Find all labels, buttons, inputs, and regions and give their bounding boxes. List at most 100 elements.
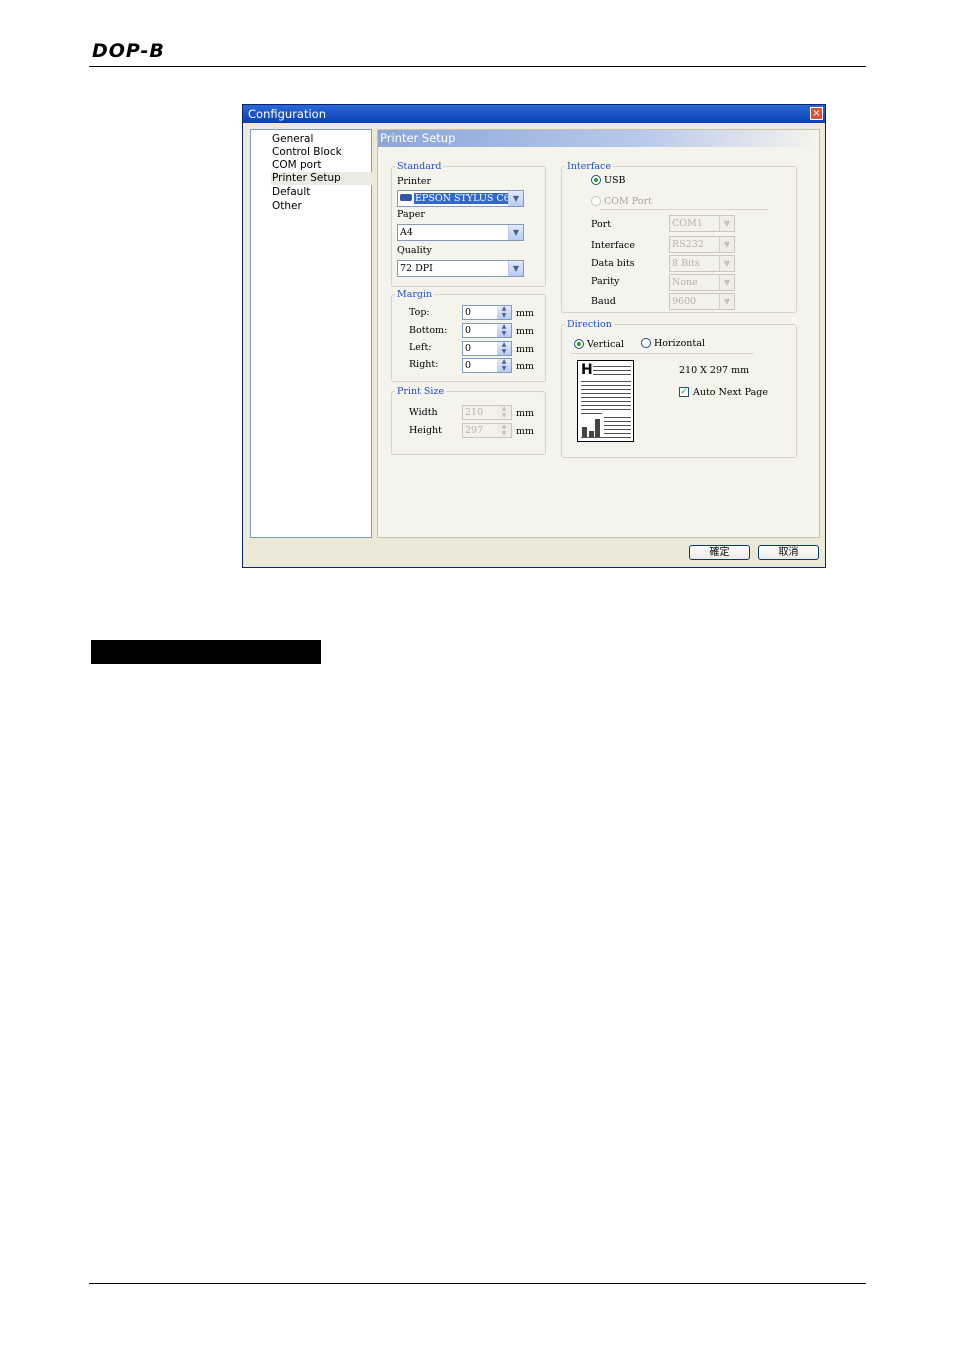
chevron-down-icon[interactable]: ▼ <box>508 225 523 240</box>
settings-nav-list: General Control Block COM port Printer S… <box>250 129 372 538</box>
interface-group: Interface USB COM Port Port COM1 ▼ Interf… <box>561 161 797 313</box>
printer-value: EPSON STYLUS C65 <box>414 193 517 204</box>
margin-top-unit: mm <box>516 308 535 319</box>
panel-title: Printer Setup <box>380 131 456 145</box>
margin-left-label: Left: <box>409 342 432 353</box>
data-bits-select[interactable]: 8 Bits ▼ <box>669 255 735 272</box>
panel-header: Printer Setup <box>378 130 819 147</box>
horizontal-radio[interactable] <box>641 338 651 348</box>
spin-arrows-icon[interactable]: ▲ ▼ <box>497 358 511 372</box>
interface-separator <box>600 209 768 210</box>
footer-rule <box>89 1283 866 1284</box>
vertical-radio[interactable] <box>574 339 584 349</box>
margin-top-value: 0 <box>465 307 472 318</box>
close-button[interactable]: × <box>810 107 823 120</box>
title-bar[interactable]: Configuration × <box>243 105 825 123</box>
quality-value: 72 DPI <box>400 263 433 274</box>
chevron-down-icon[interactable]: ▼ <box>719 256 734 271</box>
height-input[interactable]: 297 ▲ ▼ <box>462 423 512 438</box>
data-bits-value: 8 Bits <box>672 258 700 269</box>
chevron-down-icon[interactable]: ▼ <box>508 191 523 206</box>
usb-radio[interactable] <box>591 175 601 185</box>
page-preview: H <box>577 360 634 442</box>
spin-arrows-icon[interactable]: ▲ ▼ <box>497 341 511 355</box>
printer-label: Printer <box>397 176 432 187</box>
port-value: COM1 <box>672 218 703 229</box>
preview-heading-glyph: H <box>581 362 593 378</box>
spin-arrows-icon[interactable]: ▲ ▼ <box>497 305 511 319</box>
chevron-down-icon[interactable]: ▼ <box>508 261 523 276</box>
chevron-down-icon[interactable]: ▼ <box>719 275 734 290</box>
port-select[interactable]: COM1 ▼ <box>669 215 735 232</box>
direction-separator <box>571 353 754 354</box>
spin-arrows-icon[interactable]: ▲ ▼ <box>497 323 511 337</box>
baud-value: 9600 <box>672 296 697 307</box>
print-size-legend: Print Size <box>395 386 447 397</box>
vertical-label: Vertical <box>587 339 625 350</box>
usb-label: USB <box>604 175 626 186</box>
height-value: 297 <box>465 425 484 436</box>
margin-left-unit: mm <box>516 344 535 355</box>
com-port-label: COM Port <box>604 196 652 207</box>
parity-value: None <box>672 277 698 288</box>
paper-select[interactable]: A4 ▼ <box>397 224 524 241</box>
data-bits-label: Data bits <box>591 258 635 269</box>
printer-select[interactable]: EPSON STYLUS C65 ▼ <box>397 190 524 207</box>
nav-item-general[interactable]: General <box>271 133 372 146</box>
parity-select[interactable]: None ▼ <box>669 274 735 291</box>
margin-legend: Margin <box>395 289 435 300</box>
spin-arrows-icon[interactable]: ▲ ▼ <box>497 423 511 437</box>
chevron-down-icon[interactable]: ▼ <box>719 294 734 309</box>
com-port-radio[interactable] <box>591 196 601 206</box>
configuration-dialog: Configuration × General Control Block CO… <box>242 104 826 568</box>
width-unit: mm <box>516 408 535 419</box>
quality-select[interactable]: 72 DPI ▼ <box>397 260 524 277</box>
port-label: Port <box>591 219 612 230</box>
direction-legend: Direction <box>565 319 614 330</box>
interface-type-value: RS232 <box>672 239 704 250</box>
margin-top-input[interactable]: 0 ▲ ▼ <box>462 305 512 320</box>
auto-next-page-checkbox[interactable]: ✓ <box>679 387 689 397</box>
margin-left-value: 0 <box>465 343 472 354</box>
margin-left-input[interactable]: 0 ▲ ▼ <box>462 341 512 356</box>
baud-select[interactable]: 9600 ▼ <box>669 293 735 310</box>
spin-arrows-icon[interactable]: ▲ ▼ <box>497 405 511 419</box>
parity-label: Parity <box>591 276 620 287</box>
dop-b-logo: DOP-B <box>92 40 165 62</box>
cancel-button[interactable]: 取消 <box>758 545 819 560</box>
interface-type-label: Interface <box>591 240 635 251</box>
header-rule <box>89 66 866 67</box>
horizontal-label: Horizontal <box>654 338 705 349</box>
height-label: Height <box>409 425 442 436</box>
nav-item-control-block[interactable]: Control Block <box>271 146 372 159</box>
paper-value: A4 <box>400 227 413 238</box>
nav-item-other[interactable]: Other <box>271 200 372 213</box>
margin-right-unit: mm <box>516 361 535 372</box>
close-icon: × <box>812 108 821 119</box>
margin-right-label: Right: <box>409 359 439 370</box>
dialog-title: Configuration <box>248 107 326 121</box>
width-label: Width <box>409 407 438 418</box>
chevron-down-icon[interactable]: ▼ <box>719 216 734 231</box>
baud-label: Baud <box>591 296 616 307</box>
auto-next-page-label: Auto Next Page <box>693 387 768 398</box>
section-heading-bar <box>91 640 321 664</box>
nav-item-com-port[interactable]: COM port <box>271 159 372 172</box>
margin-bottom-label: Bottom: <box>409 325 448 336</box>
page-size-text: 210 X 297 mm <box>679 365 750 376</box>
margin-bottom-input[interactable]: 0 ▲ ▼ <box>462 323 512 338</box>
printer-icon <box>400 194 412 201</box>
width-value: 210 <box>465 407 484 418</box>
width-input[interactable]: 210 ▲ ▼ <box>462 405 512 420</box>
interface-legend: Interface <box>565 161 613 172</box>
margin-bottom-value: 0 <box>465 325 472 336</box>
ok-button[interactable]: 確定 <box>689 545 750 560</box>
nav-item-printer-setup[interactable]: Printer Setup <box>271 172 372 185</box>
interface-type-select[interactable]: RS232 ▼ <box>669 236 735 253</box>
nav-item-default[interactable]: Default <box>271 186 372 199</box>
margin-top-label: Top: <box>409 307 430 318</box>
standard-group: Standard Printer EPSON STYLUS C65 ▼ Pape… <box>391 161 546 287</box>
margin-right-input[interactable]: 0 ▲ ▼ <box>462 358 512 373</box>
chevron-down-icon[interactable]: ▼ <box>719 237 734 252</box>
margin-group: Margin Top: 0 ▲ ▼ mm Bottom: 0 ▲ ▼ mm Left: … <box>391 289 546 382</box>
